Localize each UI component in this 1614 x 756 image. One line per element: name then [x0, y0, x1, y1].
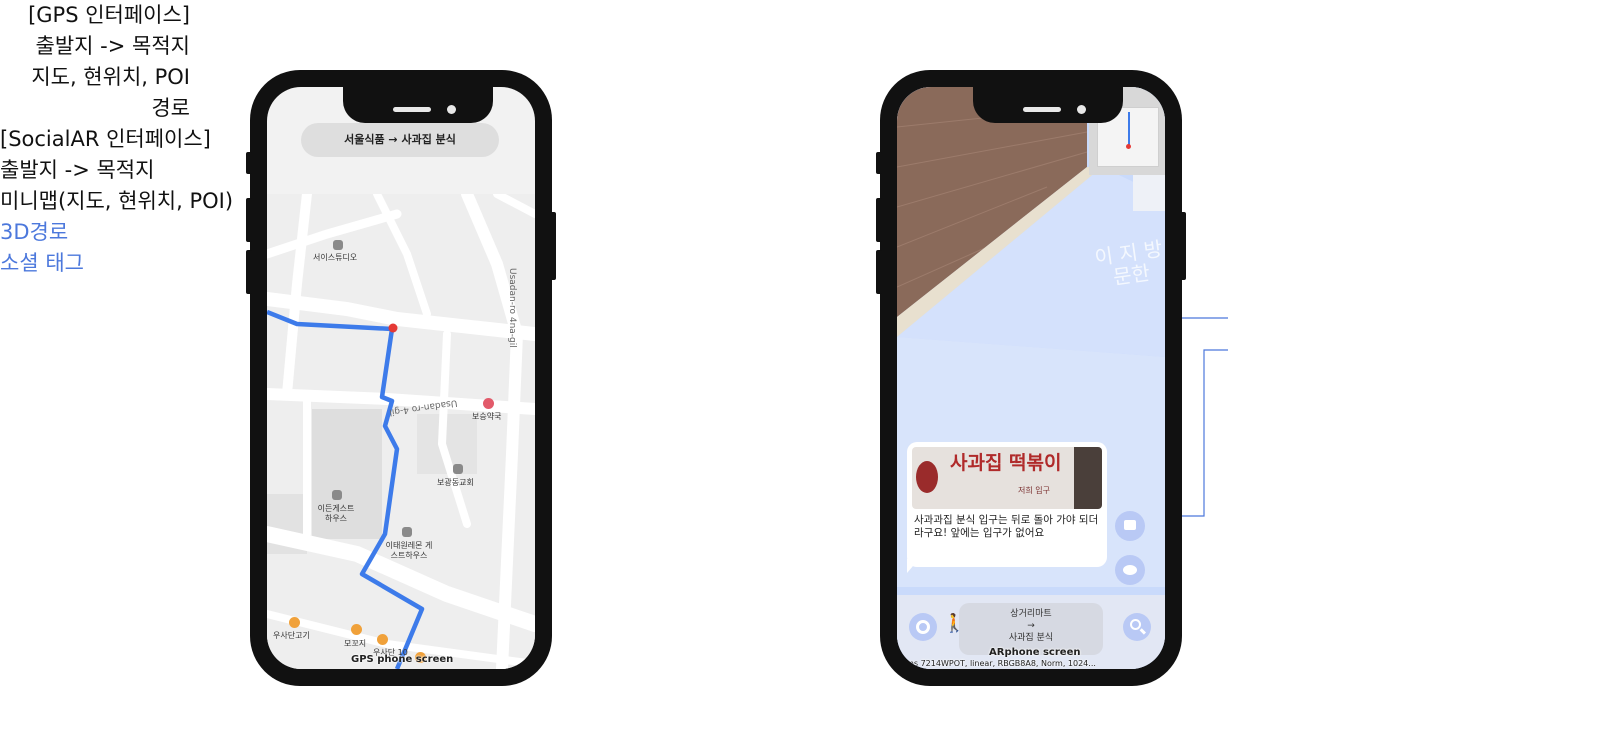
social-tag-card[interactable]: 사과집 떡볶이 저희 입구 사과과집 분식 입구는 뒤로 돌아 가야 되더라구요…	[907, 442, 1107, 567]
poi-label[interactable]: 우사단고기	[273, 631, 310, 641]
settings-icon	[916, 620, 930, 634]
sign-post	[1074, 447, 1102, 509]
gps-phone: 서울식품 → 사과집 분식 Usadan-ro 4na-gil Usadan-r…	[246, 70, 556, 686]
bar-icon	[351, 624, 362, 635]
phone-volume-up	[876, 198, 882, 242]
phone-mute-switch	[246, 152, 252, 174]
poi-label[interactable]: 보승약국	[472, 412, 501, 422]
gps-map[interactable]: Usadan-ro 4na-gil Usadan-ro 4-gil 서이스튜디오…	[267, 194, 535, 669]
poi-label[interactable]: 모꼬지	[344, 639, 366, 649]
phone-volume-down	[876, 250, 882, 294]
nav-destination: 사과집 분식	[1008, 633, 1054, 643]
speaker-grill	[393, 107, 431, 112]
phone-volume-down	[246, 250, 252, 294]
street-label: Usadan-ro 4na-gil	[507, 268, 517, 348]
phone-notch	[343, 87, 493, 123]
minimap-route	[1128, 112, 1130, 146]
tag-card-pointer	[907, 559, 919, 573]
poi-label[interactable]: 이든게스트하우스	[315, 504, 357, 524]
ar-floating-text: 이 지 방문한	[1093, 236, 1164, 290]
bar-icon	[377, 634, 388, 645]
settings-button[interactable]	[909, 613, 937, 641]
gps-screen-caption: GPS phone screen	[351, 654, 454, 665]
search-button[interactable]	[1123, 613, 1151, 641]
chat-icon	[1124, 520, 1136, 530]
debug-overlay-text: 0ms 7214WPOT, linear, RBGB8A8, Norm, 102…	[901, 659, 1096, 668]
poi-label[interactable]: 서이스튜디오	[313, 253, 357, 263]
phone-power-button	[1180, 212, 1186, 280]
minimap-location	[1126, 144, 1131, 149]
sticker-icon	[1123, 565, 1137, 575]
sign-text: 사과집 떡볶이	[950, 452, 1062, 474]
pharmacy-icon	[483, 398, 494, 409]
gps-phone-screen: 서울식품 → 사과집 분식 Usadan-ro 4na-gil Usadan-r…	[267, 87, 535, 669]
phone-mute-switch	[876, 152, 882, 174]
front-camera	[1077, 105, 1086, 114]
front-camera	[447, 105, 456, 114]
current-location-marker	[388, 323, 398, 333]
nav-origin: 상거리마트	[1010, 609, 1052, 619]
tag-photo: 사과집 떡볶이 저희 입구	[912, 447, 1102, 509]
ar-phone-screen: 이 지 방문한 사과집 떡볶이 저희 입구 사과과집 분식 입구는 뒤로 돌아 …	[897, 87, 1165, 669]
phone-power-button	[550, 212, 556, 280]
route-summary-pill[interactable]: 서울식품 → 사과집 분식	[301, 123, 499, 157]
church-icon	[453, 464, 463, 474]
guesthouse-icon	[332, 490, 342, 500]
search-icon-handle	[1139, 628, 1147, 635]
poi-label[interactable]: 이태원레몬 게스트하우스	[385, 541, 433, 561]
nav-arrow: →	[1027, 621, 1035, 631]
sign-subtext: 저희 입구	[1018, 486, 1050, 495]
sticker-button[interactable]	[1115, 555, 1145, 585]
sign-dot	[916, 461, 938, 493]
restaurant-icon	[289, 617, 300, 628]
building-icon	[333, 240, 343, 250]
social-tag-message: 사과과집 분식 입구는 뒤로 돌아 가야 되더라구요! 앞에는 입구가 없어요	[914, 514, 1099, 539]
guesthouse-icon	[402, 527, 412, 537]
ar-phone: 이 지 방문한 사과집 떡볶이 저희 입구 사과과집 분식 입구는 뒤로 돌아 …	[876, 70, 1186, 686]
speaker-grill	[1023, 107, 1061, 112]
phone-notch	[973, 87, 1123, 123]
search-icon	[1130, 619, 1141, 630]
poi-label[interactable]: 보광동교회	[437, 478, 474, 488]
chat-button[interactable]	[1115, 511, 1145, 541]
map-roads	[267, 194, 535, 669]
annotation-leader-lines	[1098, 317, 1228, 517]
building-edge	[1133, 175, 1165, 211]
ar-screen-caption: ARphone screen	[989, 647, 1081, 658]
phone-volume-up	[246, 198, 252, 242]
